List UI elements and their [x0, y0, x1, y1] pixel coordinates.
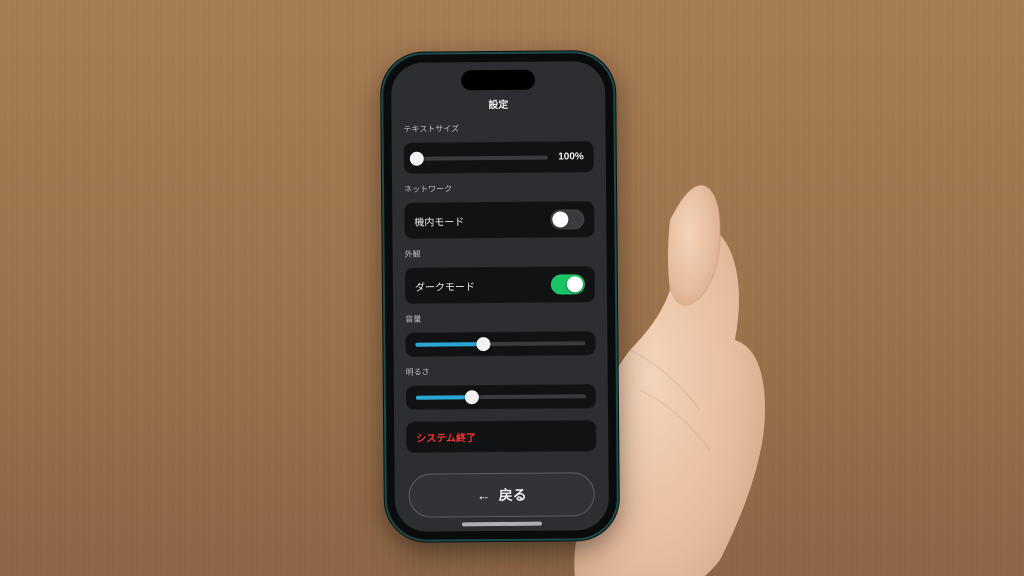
group-label-network: ネットワーク [404, 182, 594, 195]
home-indicator[interactable] [462, 522, 542, 527]
notch [461, 70, 535, 91]
airplane-mode-row[interactable]: 機内モード [404, 201, 594, 239]
group-label-brightness: 明るさ [406, 365, 596, 378]
dark-mode-row[interactable]: ダークモード [405, 266, 595, 304]
group-label-appearance: 外観 [405, 247, 595, 260]
arrow-left-icon: ← [477, 488, 491, 502]
shutdown-button[interactable]: システム終了 [406, 420, 596, 453]
back-button[interactable]: ← 戻る [409, 472, 595, 518]
airplane-mode-toggle[interactable] [550, 209, 584, 229]
phone-frame: 設定 テキストサイズ 100% ネットワーク 機内モード [383, 53, 617, 540]
volume-slider[interactable] [405, 331, 595, 357]
page-title: 設定 [488, 96, 508, 111]
volume-track [415, 341, 585, 346]
text-size-track [414, 155, 548, 160]
brightness-track [416, 394, 586, 399]
back-label: 戻る [499, 485, 527, 505]
shutdown-label: システム終了 [416, 429, 476, 445]
phone-screen: 設定 テキストサイズ 100% ネットワーク 機内モード [391, 61, 609, 532]
dark-mode-label: ダークモード [415, 278, 475, 294]
group-label-text-size: テキストサイズ [403, 122, 593, 135]
dark-mode-toggle[interactable] [551, 274, 585, 294]
airplane-mode-label: 機内モード [414, 213, 464, 228]
brightness-slider[interactable] [406, 384, 596, 410]
text-size-value: 100% [556, 151, 584, 162]
text-size-slider[interactable]: 100% [404, 141, 594, 174]
group-label-volume: 音量 [405, 312, 595, 325]
